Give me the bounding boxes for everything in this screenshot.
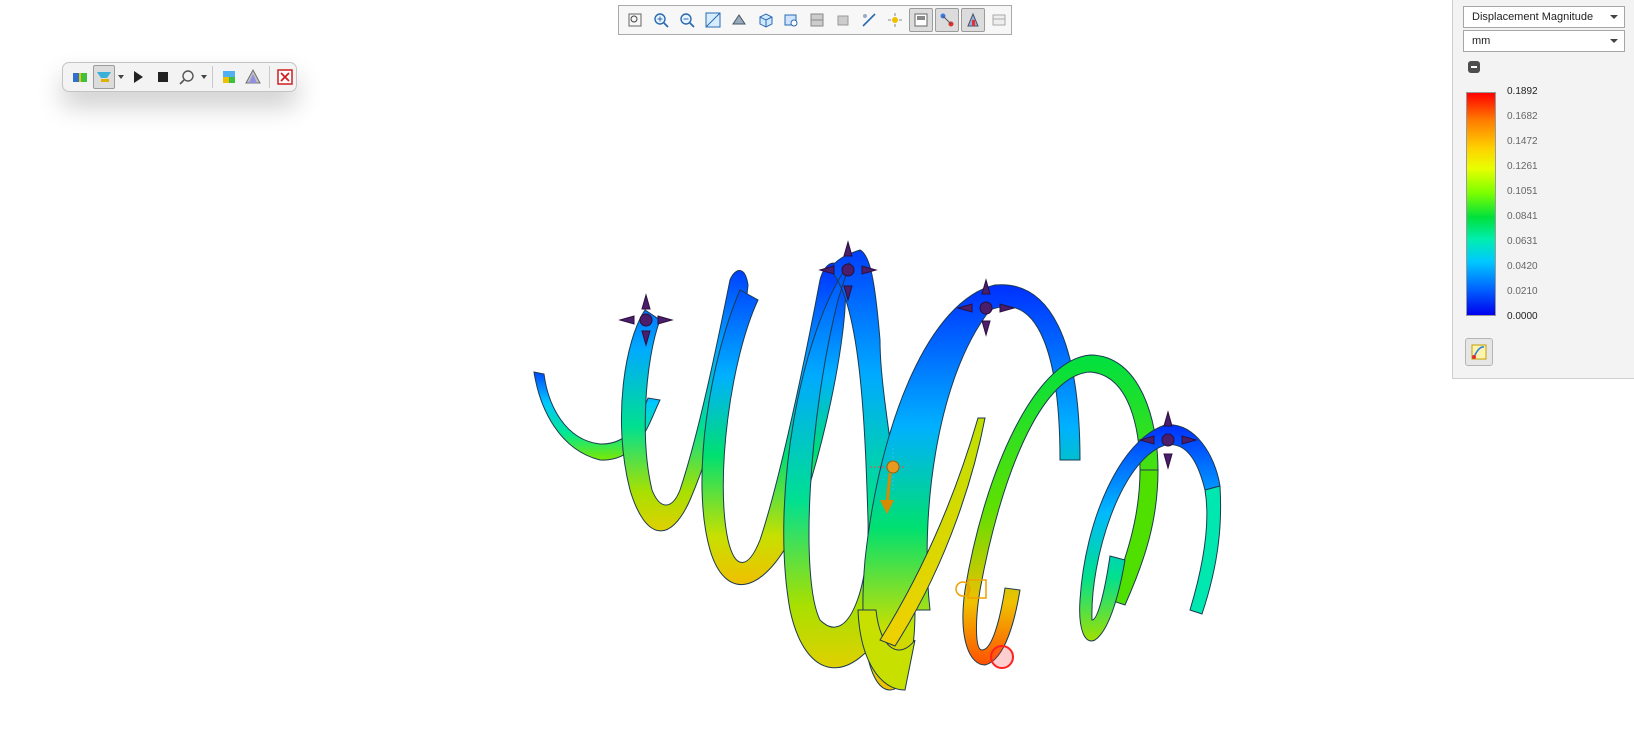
result-legend-panel: Displacement Magnitude mm 0.1892 0.1682 … bbox=[1452, 0, 1634, 379]
more-views-button[interactable] bbox=[987, 8, 1011, 32]
result-type-dropdown[interactable]: Displacement Magnitude bbox=[1463, 6, 1625, 28]
legend-tick-min: 0.0000 bbox=[1507, 311, 1538, 322]
play-icon[interactable] bbox=[128, 65, 149, 89]
edit-appearance-button[interactable] bbox=[857, 8, 881, 32]
probe-icon[interactable] bbox=[176, 65, 197, 89]
chart-options-icon[interactable] bbox=[218, 65, 239, 89]
legend-tick-max: 0.1892 bbox=[1507, 86, 1538, 97]
chevron-down-icon bbox=[1610, 15, 1618, 19]
legend-tick: 0.0210 bbox=[1507, 286, 1538, 297]
scene-lights-icon bbox=[888, 13, 902, 27]
chevron-down-icon[interactable] bbox=[200, 65, 207, 89]
orient-view-button[interactable] bbox=[727, 8, 751, 32]
legend-tick: 0.0631 bbox=[1507, 236, 1538, 247]
deformed-result-icon bbox=[967, 12, 979, 27]
section-view-button[interactable] bbox=[805, 8, 829, 32]
more-views-icon bbox=[992, 14, 1006, 26]
deformation-icon[interactable] bbox=[243, 65, 264, 89]
connectors-button[interactable] bbox=[935, 8, 959, 32]
view-toolbar bbox=[618, 5, 1012, 35]
chevron-down-icon[interactable] bbox=[118, 65, 125, 89]
view-settings-icon bbox=[914, 13, 928, 27]
hide-show-button[interactable] bbox=[831, 8, 855, 32]
connectors-icon bbox=[940, 13, 954, 27]
close-icon[interactable] bbox=[275, 65, 296, 89]
cube-view-button[interactable] bbox=[753, 8, 777, 32]
legend-settings-button[interactable] bbox=[1465, 338, 1493, 366]
orient-view-icon bbox=[732, 14, 746, 25]
chevron-down-icon bbox=[1610, 39, 1618, 43]
color-scale-bar bbox=[1466, 92, 1496, 316]
deformed-result-button[interactable] bbox=[961, 8, 985, 32]
zoom-to-area-icon bbox=[705, 12, 721, 28]
spring-result-plot bbox=[533, 240, 1222, 691]
display-icon[interactable] bbox=[93, 65, 115, 89]
zoom-out-icon bbox=[680, 13, 695, 28]
zoom-to-fit-button[interactable] bbox=[623, 8, 647, 32]
zoom-in-button[interactable] bbox=[649, 8, 673, 32]
legend-tick: 0.1261 bbox=[1507, 161, 1538, 172]
legend-tick: 0.1682 bbox=[1507, 111, 1538, 122]
zoom-out-button[interactable] bbox=[675, 8, 699, 32]
legend-tick: 0.1472 bbox=[1507, 136, 1538, 147]
zoom-to-fit-icon bbox=[628, 13, 642, 27]
display-style-icon bbox=[784, 14, 798, 27]
plot-icon[interactable] bbox=[69, 65, 90, 89]
zoom-to-area-button[interactable] bbox=[701, 8, 725, 32]
cube-view-icon bbox=[759, 13, 773, 28]
result-type-label: Displacement Magnitude bbox=[1472, 11, 1594, 23]
stop-icon[interactable] bbox=[152, 65, 173, 89]
unit-label: mm bbox=[1472, 35, 1491, 47]
view-settings-button[interactable] bbox=[909, 8, 933, 32]
scene-lights-button[interactable] bbox=[883, 8, 907, 32]
hide-show-icon bbox=[837, 15, 849, 26]
toolbar-separator bbox=[268, 66, 270, 88]
toolbar-separator bbox=[212, 66, 214, 88]
legend-tick: 0.0841 bbox=[1507, 211, 1538, 222]
fixture-symbol-1 bbox=[618, 293, 674, 347]
edit-appearance-icon bbox=[862, 13, 876, 27]
legend-tick: 0.1051 bbox=[1507, 186, 1538, 197]
display-style-button[interactable] bbox=[779, 8, 803, 32]
chart-settings-icon bbox=[1471, 344, 1487, 360]
collapse-legend-button[interactable] bbox=[1468, 61, 1480, 73]
max-value-marker bbox=[990, 645, 1014, 669]
unit-dropdown[interactable]: mm bbox=[1463, 30, 1625, 52]
section-view-icon bbox=[810, 13, 824, 27]
result-animation-toolbar bbox=[62, 62, 297, 92]
zoom-in-icon bbox=[654, 13, 669, 28]
legend-tick: 0.0420 bbox=[1507, 261, 1538, 272]
graphics-viewport[interactable] bbox=[0, 0, 1452, 755]
